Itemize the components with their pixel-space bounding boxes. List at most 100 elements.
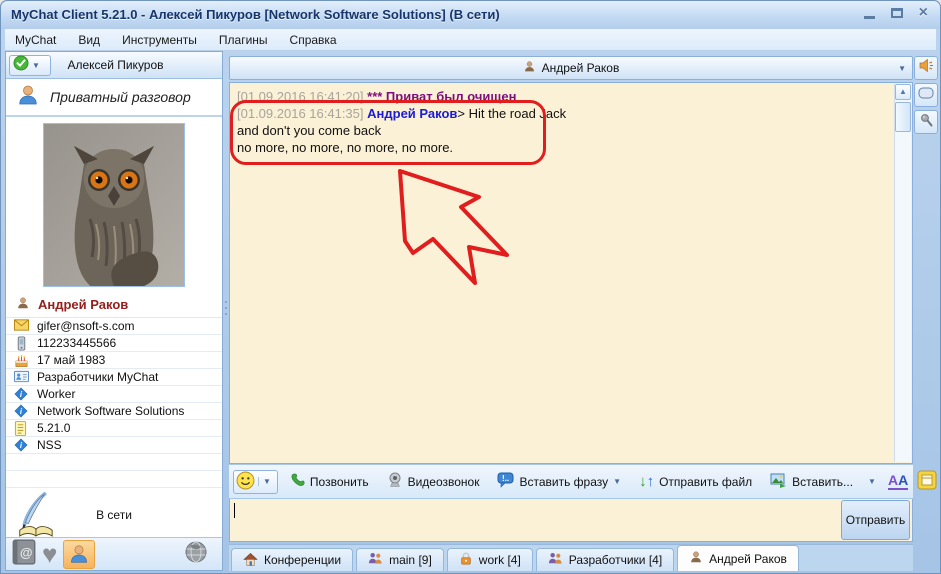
self-user-name: Алексей Пикуров: [67, 58, 164, 72]
tab-conferences[interactable]: Конференции: [231, 548, 354, 571]
contact-nss-row[interactable]: i NSS: [6, 437, 222, 454]
info-icon: i: [14, 438, 29, 453]
person-icon: [16, 296, 30, 313]
menu-mychat[interactable]: MyChat: [15, 33, 56, 47]
chat-message: [01.09.2016 16:41:35] Андрей Раков> Hit …: [237, 106, 567, 121]
contact-email-row[interactable]: gifer@nsoft-s.com: [6, 318, 222, 335]
version-doc-icon: [14, 420, 29, 436]
contact-company-row[interactable]: i Network Software Solutions: [6, 403, 222, 420]
minimize-icon[interactable]: [863, 15, 875, 19]
pin-icon: [918, 112, 934, 133]
chevron-down-icon[interactable]: ▼: [868, 477, 876, 486]
contact-info-button[interactable]: [63, 539, 96, 569]
panel-icon: [918, 86, 934, 104]
globe-icon[interactable]: [184, 540, 208, 569]
contact-position-row[interactable]: i Worker: [6, 386, 222, 403]
chat-scrollbar[interactable]: ▲: [894, 84, 911, 462]
person-icon: [16, 83, 40, 112]
send-file-button[interactable]: ↓↑ Отправить файл: [632, 469, 759, 494]
lock-icon: [459, 551, 473, 569]
insert-phrase-button[interactable]: !.. Вставить фразу ▼: [490, 468, 628, 495]
speech-bubble-icon: !..: [497, 472, 514, 491]
contact-name: Андрей Раков: [38, 297, 129, 312]
close-icon[interactable]: ×: [919, 5, 928, 21]
private-conversation-label: Приватный разговор: [50, 89, 191, 105]
owl-photo: [43, 122, 185, 294]
status-button[interactable]: ▼: [9, 54, 51, 76]
empty-row: [6, 471, 222, 488]
transfer-arrows-icon: ↓↑: [639, 473, 655, 490]
emoticon-dropdown-icon[interactable]: ▼: [258, 477, 275, 486]
tab-developers[interactable]: Разработчики [4]: [535, 548, 675, 571]
contact-phone-row[interactable]: 112233445566: [6, 335, 222, 352]
insert-image-button[interactable]: Вставить...: [763, 469, 860, 495]
group-icon: [548, 551, 563, 569]
menu-bar: MyChat Вид Инструменты Плагины Справка: [5, 29, 936, 51]
picture-icon: [770, 473, 787, 491]
title-bar[interactable]: MyChat Client 5.21.0 - Алексей Пикуров […: [1, 1, 940, 29]
menu-plugins[interactable]: Плагины: [219, 33, 268, 47]
panel-toggle-button[interactable]: [914, 83, 938, 107]
chat-message-line: and don't you come back: [237, 123, 382, 138]
mychat-window: MyChat Client 5.21.0 - Алексей Пикуров […: [0, 0, 941, 574]
message-input[interactable]: Отправить: [229, 499, 913, 542]
contact-group-row[interactable]: Разработчики MyChat: [6, 369, 222, 386]
pin-button[interactable]: [914, 110, 938, 134]
info-icon: i: [14, 404, 29, 419]
email-icon: [14, 318, 29, 334]
phone-call-icon: [289, 472, 305, 491]
status-dropdown-icon: ▼: [32, 60, 40, 70]
sidebar-toolbar: @ ♥: [6, 537, 222, 570]
chat-toolbar: ▼ Позвонить Видеозвонок !.. Вставить фра…: [229, 465, 937, 498]
maximize-icon[interactable]: [890, 8, 903, 18]
menu-view[interactable]: Вид: [78, 33, 100, 47]
contact-name-row: Андрей Раков: [6, 292, 222, 318]
smiley-icon: [236, 471, 255, 493]
status-message-row: В сети: [6, 492, 222, 538]
private-conversation-row: Приватный разговор: [6, 79, 222, 117]
contact-birthday-row[interactable]: 17 май 1983: [6, 352, 222, 369]
font-icon: AA: [887, 472, 909, 490]
text-caret: [234, 503, 235, 518]
webcam-icon: [387, 472, 403, 491]
scroll-up-icon[interactable]: ▲: [895, 84, 911, 100]
tab-main[interactable]: main [9]: [356, 548, 444, 571]
chat-message-line: no more, no more, no more, no more.: [237, 140, 454, 155]
conversation-tabs: Конференции main [9] work [4] Разработчи…: [229, 544, 913, 571]
side-tool-rail: [914, 51, 939, 571]
message-history[interactable]: [01.09.2016 16:41:20] *** Приват был очи…: [229, 82, 913, 464]
empty-row: [6, 454, 222, 471]
menu-help[interactable]: Справка: [290, 33, 337, 47]
person-icon: [689, 550, 703, 567]
home-icon: [243, 552, 258, 569]
chat-header-name: Андрей Раков: [541, 61, 620, 75]
online-status-icon: [13, 55, 29, 76]
speaker-icon: [918, 57, 935, 79]
chevron-down-icon[interactable]: ▼: [898, 64, 906, 73]
menu-tools[interactable]: Инструменты: [122, 33, 197, 47]
call-button[interactable]: Позвонить: [282, 468, 376, 495]
send-button[interactable]: Отправить: [841, 500, 910, 540]
heart-icon[interactable]: ♥: [42, 541, 57, 567]
chat-header[interactable]: Андрей Раков ▼: [229, 56, 913, 80]
svg-text:!..: !..: [502, 474, 509, 483]
phone-icon: [14, 335, 29, 351]
tab-work[interactable]: work [4]: [446, 548, 533, 571]
quill-book-icon: [14, 492, 56, 543]
video-call-button[interactable]: Видеозвонок: [380, 468, 487, 495]
system-message: [01.09.2016 16:41:20] *** Приват был очи…: [237, 89, 517, 104]
contact-photo-panel: [6, 117, 222, 294]
scrollbar-thumb[interactable]: [895, 102, 911, 132]
tab-andrey-rakov[interactable]: Андрей Раков: [677, 545, 799, 571]
info-icon: i: [14, 387, 29, 402]
chevron-down-icon: ▼: [613, 477, 622, 486]
contact-details-list: gifer@nsoft-s.com 112233445566 17 май 19…: [6, 318, 222, 488]
contact-panel: ▼ Алексей Пикуров Приватный разговор Анд…: [5, 51, 223, 571]
chat-panel: Андрей Раков ▼ [01.09.2016 16:41:20] ***…: [229, 51, 937, 571]
emoticon-button[interactable]: ▼: [233, 469, 278, 494]
contact-version-row[interactable]: 5.21.0: [6, 420, 222, 437]
sound-button[interactable]: [914, 56, 938, 80]
birthday-icon: [14, 353, 29, 368]
address-book-icon[interactable]: @: [12, 539, 36, 570]
font-settings-button[interactable]: AA: [884, 471, 912, 492]
